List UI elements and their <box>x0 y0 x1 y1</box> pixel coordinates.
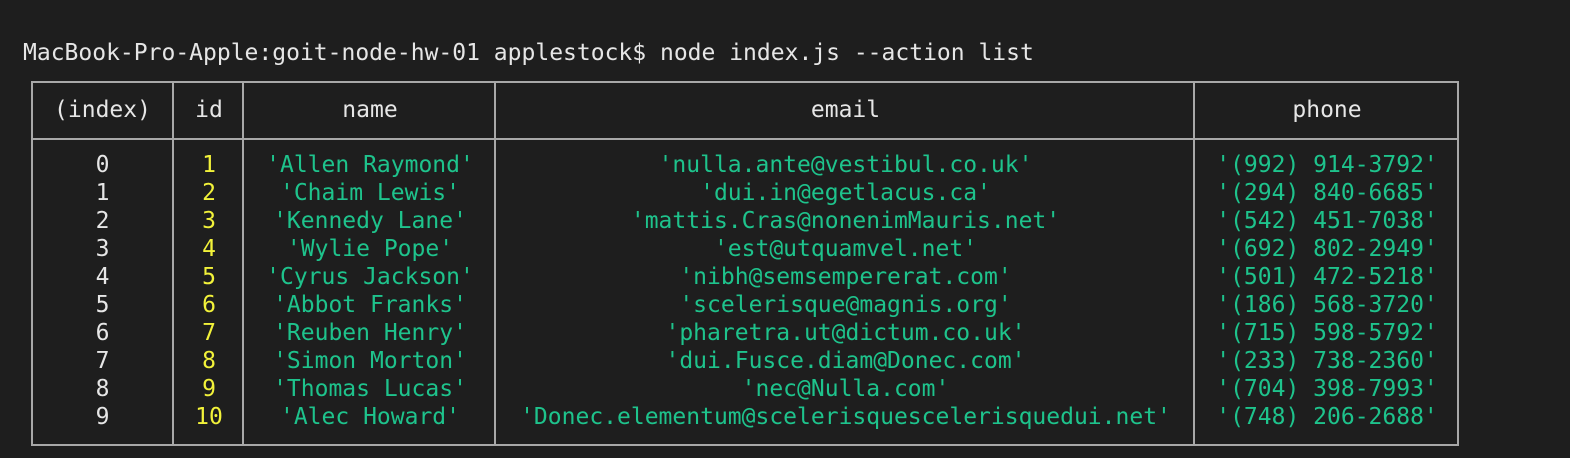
name-cells: 'Allen Raymond' 'Chaim Lewis' 'Kennedy Lan… <box>244 151 496 431</box>
cell-phone: '(992) 914-3792' <box>1216 152 1438 178</box>
column-email: email 'nulla.ante@vestibul.co.uk''dui.in… <box>494 83 1195 444</box>
cell-email: 'est@utquamvel.net' <box>713 236 978 262</box>
phone-cells: '(992) 914-3792' '(294) 840-6685' '(542) 4… <box>1195 151 1459 431</box>
cell-email: 'dui.in@egetlacus.ca' <box>700 180 991 206</box>
cell-name: 'Wylie Pope' <box>286 236 454 262</box>
column-id: id 1 2 3 4 5 6 7 8 9 10 <box>172 83 244 444</box>
cell-email: 'nec@Nulla.com' <box>741 376 950 402</box>
cell-index: 8 <box>95 376 110 402</box>
cell-name: 'Simon Morton' <box>273 348 467 374</box>
cell-name: 'Alec Howard' <box>279 404 460 430</box>
cell-index: 7 <box>95 348 110 374</box>
cell-phone: '(542) 451-7038' <box>1216 208 1438 234</box>
cell-name: 'Cyrus Jackson' <box>266 264 474 290</box>
cell-phone: '(501) 472-5218' <box>1216 264 1438 290</box>
id-cells: 1 2 3 4 5 6 7 8 9 10 <box>174 151 244 431</box>
cell-index: 9 <box>95 404 110 430</box>
cell-email: 'nulla.ante@vestibul.co.uk' <box>658 152 1033 178</box>
cell-email: 'dui.Fusce.diam@Donec.com' <box>665 348 1026 374</box>
header-email: email <box>810 97 881 123</box>
cell-index: 3 <box>95 236 110 262</box>
cell-id: 10 <box>195 404 223 430</box>
cell-name: 'Kennedy Lane' <box>273 208 467 234</box>
cell-email: 'Donec.elementum@scelerisquescelerisqued… <box>520 404 1171 430</box>
cell-index: 5 <box>95 292 110 318</box>
cell-index: 4 <box>95 264 110 290</box>
header-id: id <box>195 97 223 123</box>
cell-index: 2 <box>95 208 110 234</box>
cell-name: 'Thomas Lucas' <box>273 376 467 402</box>
cell-id: 8 <box>202 348 216 374</box>
column-phone: phone '(992) 914-3792' '(294) 840-6685' '(… <box>1193 83 1459 444</box>
cell-email: 'mattis.Cras@nonenimMauris.net' <box>630 208 1061 234</box>
header-phone: phone <box>1292 97 1362 123</box>
cell-id: 7 <box>202 320 216 346</box>
cell-phone: '(692) 802-2949' <box>1216 236 1438 262</box>
cell-id: 4 <box>202 236 216 262</box>
cell-index: 1 <box>95 180 110 206</box>
cell-index: 6 <box>95 320 110 346</box>
cell-email: 'scelerisque@magnis.org' <box>679 292 1012 318</box>
cell-phone: '(704) 398-7993' <box>1216 376 1438 402</box>
cell-phone: '(748) 206-2688' <box>1216 404 1438 430</box>
cell-phone: '(294) 840-6685' <box>1216 180 1438 206</box>
cell-phone: '(233) 738-2360' <box>1216 348 1438 374</box>
cell-name: 'Abbot Franks' <box>273 292 467 318</box>
cell-index: 0 <box>95 152 110 178</box>
cell-name: 'Reuben Henry' <box>273 320 467 346</box>
cell-id: 3 <box>202 208 216 234</box>
column-name: name 'Allen Raymond' 'Chaim Lewis' 'Kenned… <box>242 83 496 444</box>
command-prompt: MacBook-Pro-Apple:goit-node-hw-01 apples… <box>23 40 1034 66</box>
cell-id: 6 <box>202 292 216 318</box>
header-index: (index) <box>54 97 151 123</box>
cell-phone: '(186) 568-3720' <box>1216 292 1438 318</box>
terminal-window[interactable]: MacBook-Pro-Apple:goit-node-hw-01 apples… <box>0 0 1570 458</box>
cell-email: 'nibh@semsempererat.com' <box>679 264 1012 290</box>
cell-phone: '(715) 598-5792' <box>1216 320 1438 346</box>
column-index: (index) 0123456789 <box>33 83 172 444</box>
cell-id: 5 <box>202 264 216 290</box>
cell-name: 'Allen Raymond' <box>266 152 474 178</box>
index-cells: 0123456789 <box>33 151 172 431</box>
cell-id: 2 <box>202 180 216 206</box>
cell-id: 9 <box>202 376 216 402</box>
console-table: (index) 0123456789 id 1 2 3 4 5 6 7 8 9 10 name '… <box>31 81 1459 446</box>
cell-id: 1 <box>202 152 216 178</box>
cell-email: 'pharetra.ut@dictum.co.uk' <box>665 320 1026 346</box>
email-cells: 'nulla.ante@vestibul.co.uk''dui.in@egetl… <box>496 151 1195 431</box>
header-name: name <box>342 97 398 123</box>
cell-name: 'Chaim Lewis' <box>279 180 460 206</box>
